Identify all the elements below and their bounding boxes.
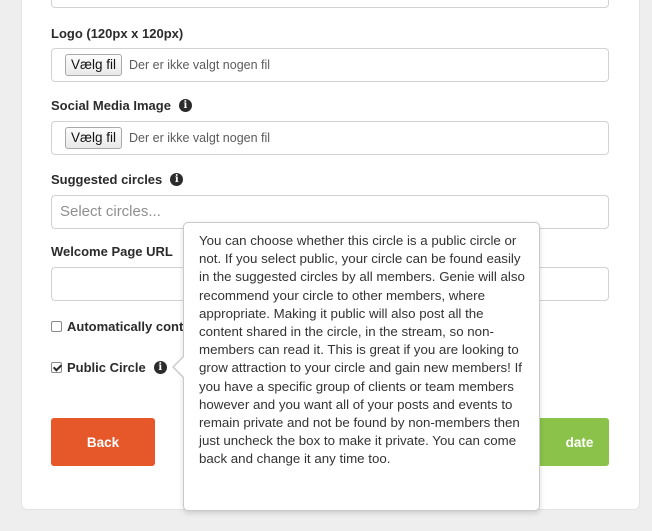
logo-file-status: Der er ikke valgt nogen fil <box>129 58 271 72</box>
suggested-circles-label-text: Suggested circles <box>51 172 163 187</box>
logo-choose-file-button[interactable]: Vælg fil <box>65 54 123 76</box>
info-icon[interactable]: i <box>178 99 192 112</box>
automatically-label: Automatically cont <box>67 319 184 334</box>
previous-field-input[interactable] <box>51 0 609 8</box>
update-button-label: date <box>565 434 594 450</box>
suggested-circles-placeholder: Select circles... <box>60 203 161 220</box>
back-button[interactable]: Back <box>51 418 155 466</box>
social-choose-file-button[interactable]: Vælg fil <box>65 127 123 149</box>
tooltip-text: You can choose whether this circle is a … <box>199 233 525 467</box>
public-circle-checkbox[interactable] <box>51 362 62 373</box>
public-circle-tooltip: You can choose whether this circle is a … <box>183 222 540 511</box>
back-button-label: Back <box>86 434 120 450</box>
suggested-circles-label: Suggested circles i <box>51 172 184 187</box>
logo-file-row: Vælg fil Der er ikke valgt nogen fil <box>52 49 608 81</box>
public-circle-checkbox-row[interactable]: Public Circle i <box>51 360 167 375</box>
logo-label-text: Logo (120px x 120px) <box>51 26 184 41</box>
automatically-checkbox[interactable] <box>51 321 62 332</box>
tooltip-arrow <box>174 357 184 377</box>
logo-file-input[interactable]: Vælg fil Der er ikke valgt nogen fil <box>51 48 609 82</box>
logo-label: Logo (120px x 120px) <box>51 26 183 41</box>
info-icon[interactable]: i <box>170 173 184 186</box>
info-icon[interactable]: i <box>153 361 167 374</box>
automatically-checkbox-row[interactable]: Automatically cont <box>51 319 183 334</box>
social-media-image-file-input[interactable]: Vælg fil Der er ikke valgt nogen fil <box>51 121 609 155</box>
social-media-image-label-text: Social Media Image <box>51 98 171 113</box>
welcome-page-url-label-text: Welcome Page URL <box>51 244 173 259</box>
social-file-row: Vælg fil Der er ikke valgt nogen fil <box>52 122 608 154</box>
public-circle-label: Public Circle <box>67 360 146 375</box>
social-file-status: Der er ikke valgt nogen fil <box>129 131 271 145</box>
social-media-image-label: Social Media Image i <box>51 98 192 113</box>
welcome-page-url-label: Welcome Page URL <box>51 244 173 259</box>
